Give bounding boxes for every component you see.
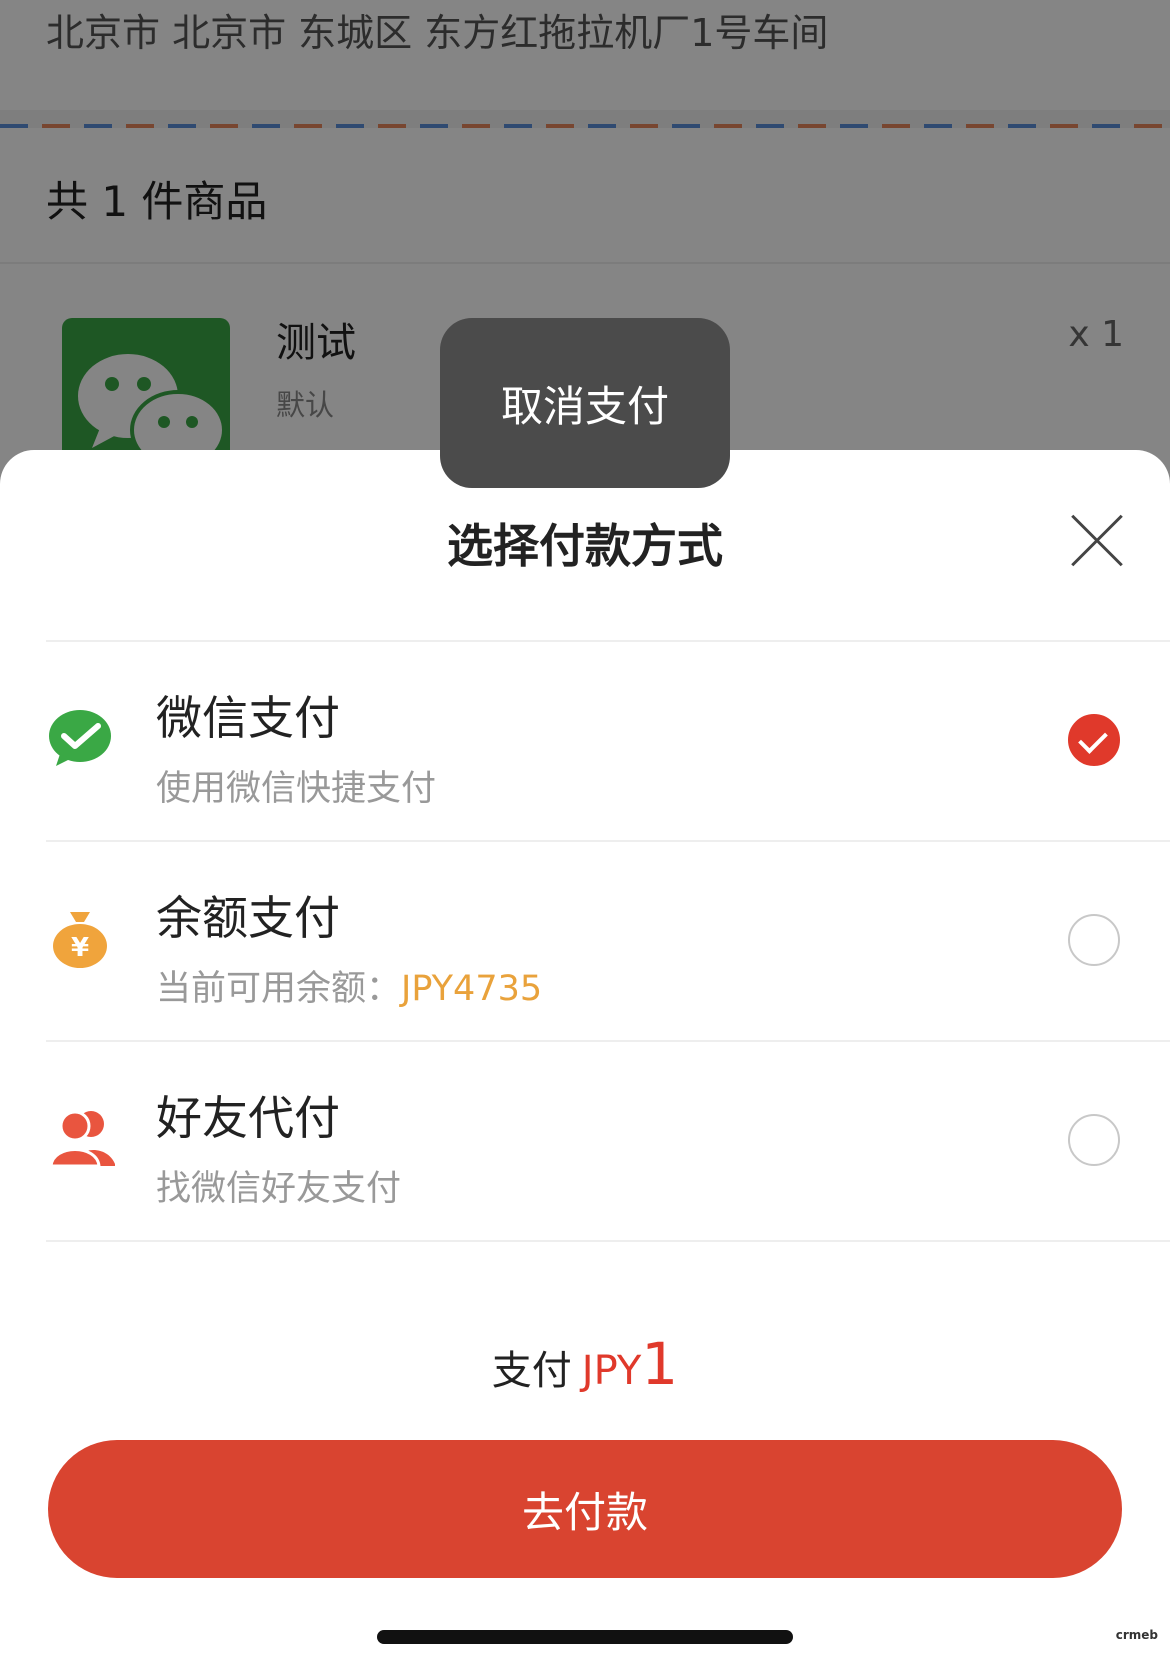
option-label: 余额支付 [156,891,340,945]
option-desc: 当前可用余额：JPY4735 [156,960,542,1011]
divider [46,1240,1170,1242]
friends-icon [49,1110,115,1168]
payment-option-wechat[interactable]: 微信支付 使用微信快捷支付 [0,642,1170,842]
payment-sheet: 选择付款方式 微信支付 使用微信快捷支付 ¥ 余额支付 当前可用余额：JPY47… [0,450,1170,1668]
watermark: crmeb [1115,1628,1158,1642]
payment-option-balance[interactable]: ¥ 余额支付 当前可用余额：JPY4735 [0,842,1170,1042]
radio-unchecked[interactable] [1068,914,1120,966]
balance-value: JPY4735 [401,969,543,1009]
pay-currency: JPY [581,1348,642,1394]
sheet-title: 选择付款方式 [447,519,723,573]
option-label: 好友代付 [156,1091,340,1145]
money-bag-icon: ¥ [53,912,107,968]
toast-message: 取消支付 [440,318,730,488]
pay-button[interactable]: 去付款 [48,1440,1122,1578]
option-label: 微信支付 [156,691,340,745]
option-desc: 使用微信快捷支付 [156,769,437,809]
svg-text:¥: ¥ [71,933,89,963]
pay-amount: 1 [641,1330,679,1398]
radio-checked[interactable] [1068,714,1120,766]
pay-summary: 支付 JPY1 [0,1330,1170,1398]
radio-unchecked[interactable] [1068,1114,1120,1166]
close-icon[interactable] [1068,512,1126,570]
wechat-pay-icon [49,710,111,766]
balance-prefix: 当前可用余额： [156,969,402,1009]
option-desc: 找微信好友支付 [156,1169,402,1209]
home-indicator[interactable] [377,1630,793,1644]
payment-option-friend[interactable]: 好友代付 找微信好友支付 [0,1042,1170,1242]
pay-summary-prefix: 支付 [491,1348,572,1394]
